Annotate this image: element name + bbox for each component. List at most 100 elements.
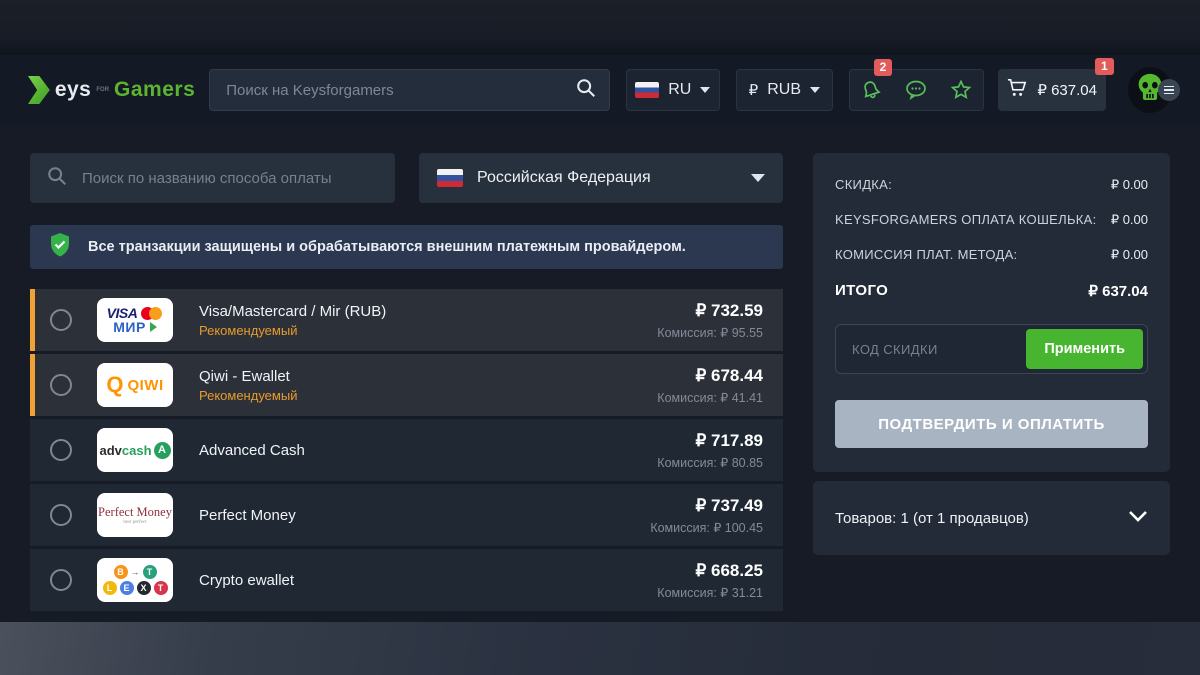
backdrop-top xyxy=(0,0,1200,55)
payment-row-crypto[interactable]: B → T L E X T Crypt xyxy=(30,549,783,611)
qiwi-logo: Q QIWI xyxy=(97,363,173,407)
payment-row-advcash[interactable]: adv cash A Advanced Cash ₽ 717.89 Комисс… xyxy=(30,419,783,481)
search-icon xyxy=(575,77,597,104)
recommended-accent-bar xyxy=(30,354,35,416)
cart-icon xyxy=(1006,78,1028,103)
summary-label: КОМИССИЯ ПЛАТ. МЕТОДА: xyxy=(835,247,1017,262)
backdrop-bottom xyxy=(0,622,1200,675)
advcash-cash-text: cash xyxy=(122,444,152,457)
payment-commission: Комиссия: ₽ 80.85 xyxy=(657,455,763,470)
mir-arrow-icon xyxy=(150,322,157,332)
filters-row: Российская Федерация xyxy=(30,153,783,203)
favorites-star-icon[interactable] xyxy=(949,78,973,102)
chat-icon[interactable] xyxy=(903,78,929,102)
payment-commission: Комиссия: ₽ 31.21 xyxy=(657,585,763,600)
payment-price: ₽ 717.89 xyxy=(657,431,763,451)
payment-radio[interactable] xyxy=(50,374,72,396)
chevron-down-icon xyxy=(700,87,710,93)
arrow-icon: → xyxy=(131,568,140,577)
payment-title: Perfect Money xyxy=(199,507,296,524)
language-select[interactable]: RU xyxy=(626,69,721,111)
order-summary-column: СКИДКА: ₽ 0.00 KEYSFORGAMERS ОПЛАТА КОШЕ… xyxy=(813,153,1170,614)
tron-icon: T xyxy=(154,581,168,595)
search-icon xyxy=(46,165,68,192)
notifications-badge: 2 xyxy=(874,59,893,76)
payment-row-visa-mir[interactable]: VISA МИР Visa/Mastercard / Mir (RUB) Рек… xyxy=(30,289,783,351)
blue-coin-icon: E xyxy=(120,581,134,595)
apply-promo-button[interactable]: Применить xyxy=(1026,329,1143,369)
payment-commission: Комиссия: ₽ 95.55 xyxy=(657,325,763,340)
cart-button[interactable]: ₽ 637.04 1 xyxy=(998,69,1106,111)
ruble-symbol: ₽ xyxy=(749,81,759,99)
total-label: ИТОГО xyxy=(835,282,888,300)
confirm-and-pay-button[interactable]: ПОДТВЕРДИТЬ И ОПЛАТИТЬ xyxy=(835,400,1148,448)
header: eys FOR Gamers RU xyxy=(0,55,1200,125)
promo-code-input[interactable] xyxy=(852,342,1022,357)
mir-logo-text: МИР xyxy=(113,320,146,334)
cart-badge: 1 xyxy=(1095,58,1114,75)
payment-radio[interactable] xyxy=(50,569,72,591)
advcash-adv-text: adv xyxy=(99,444,121,457)
payment-commission: Комиссия: ₽ 41.41 xyxy=(657,390,763,405)
site-search xyxy=(209,69,609,111)
perfect-money-logo: Perfect Money best perfect xyxy=(97,493,173,537)
xrp-icon: X xyxy=(137,581,151,595)
payment-method-search-input[interactable] xyxy=(82,170,379,187)
payment-title: Advanced Cash xyxy=(199,442,305,459)
visa-mastercard-mir-logo: VISA МИР xyxy=(97,298,173,342)
language-label: RU xyxy=(668,81,691,99)
advcash-logo: adv cash A xyxy=(97,428,173,472)
logo-text-keys: eys xyxy=(55,78,92,102)
payment-title: Qiwi - Ewallet xyxy=(199,368,297,385)
payment-row-perfect-money[interactable]: Perfect Money best perfect Perfect Money… xyxy=(30,484,783,546)
site: eys FOR Gamers RU xyxy=(0,55,1200,622)
summary-row-discount: СКИДКА: ₽ 0.00 xyxy=(835,177,1148,193)
tether-icon: T xyxy=(143,565,157,579)
user-avatar[interactable] xyxy=(1128,67,1172,113)
items-summary-label: Товаров: 1 (от 1 продавцов) xyxy=(835,510,1029,527)
total-value: ₽ 637.04 xyxy=(1088,282,1148,300)
site-search-input[interactable] xyxy=(210,82,562,99)
summary-value: ₽ 0.00 xyxy=(1111,247,1148,263)
payment-price: ₽ 732.59 xyxy=(657,301,763,321)
payment-price: ₽ 737.49 xyxy=(650,496,763,516)
cart-amount: ₽ 637.04 xyxy=(1037,81,1097,99)
notifications-bell-icon[interactable] xyxy=(859,78,883,102)
items-summary-panel[interactable]: Товаров: 1 (от 1 продавцов) xyxy=(813,481,1170,555)
summary-value: ₽ 0.00 xyxy=(1111,212,1148,228)
summary-total-row: ИТОГО ₽ 637.04 xyxy=(835,282,1148,300)
account-menu-icon[interactable] xyxy=(1158,79,1180,101)
bitcoin-icon: B xyxy=(114,565,128,579)
country-select[interactable]: Российская Федерация xyxy=(419,153,783,203)
country-label: Российская Федерация xyxy=(477,169,737,187)
summary-label: СКИДКА: xyxy=(835,177,892,192)
chevron-down-icon xyxy=(751,174,765,182)
summary-value: ₽ 0.00 xyxy=(1111,177,1148,193)
logo-k-icon xyxy=(28,76,50,104)
qiwi-logo-text: QIWI xyxy=(127,378,163,393)
payment-radio[interactable] xyxy=(50,439,72,461)
logo[interactable]: eys FOR Gamers xyxy=(28,76,195,104)
payment-title: Visa/Mastercard / Mir (RUB) xyxy=(199,303,386,320)
perfect-money-tagline: best perfect xyxy=(123,520,146,525)
visa-logo-text: VISA xyxy=(107,306,138,320)
advcash-a-icon: A xyxy=(154,442,171,459)
payment-radio[interactable] xyxy=(50,309,72,331)
page: eys FOR Gamers RU xyxy=(0,0,1200,675)
promo-code-box: Применить xyxy=(835,324,1148,374)
logo-text-gamers: Gamers xyxy=(114,78,195,102)
summary-row-wallet: KEYSFORGAMERS ОПЛАТА КОШЕЛЬКА: ₽ 0.00 xyxy=(835,212,1148,228)
perfect-money-text: Perfect Money xyxy=(98,505,172,520)
logo-text-for: FOR xyxy=(96,87,109,93)
currency-select[interactable]: ₽ RUB xyxy=(736,69,833,111)
chevron-down-icon xyxy=(810,87,820,93)
search-button[interactable] xyxy=(563,69,609,111)
payment-radio[interactable] xyxy=(50,504,72,526)
payment-row-qiwi[interactable]: Q QIWI Qiwi - Ewallet Рекомендуемый ₽ 67… xyxy=(30,354,783,416)
chevron-down-icon[interactable] xyxy=(1128,509,1148,528)
russia-flag-icon xyxy=(437,169,463,187)
russia-flag-icon xyxy=(635,82,659,98)
security-banner: Все транзакции защищены и обрабатываются… xyxy=(30,225,783,269)
payment-column: Российская Федерация Все транзакции защи… xyxy=(30,153,783,614)
recommended-accent-bar xyxy=(30,289,35,351)
